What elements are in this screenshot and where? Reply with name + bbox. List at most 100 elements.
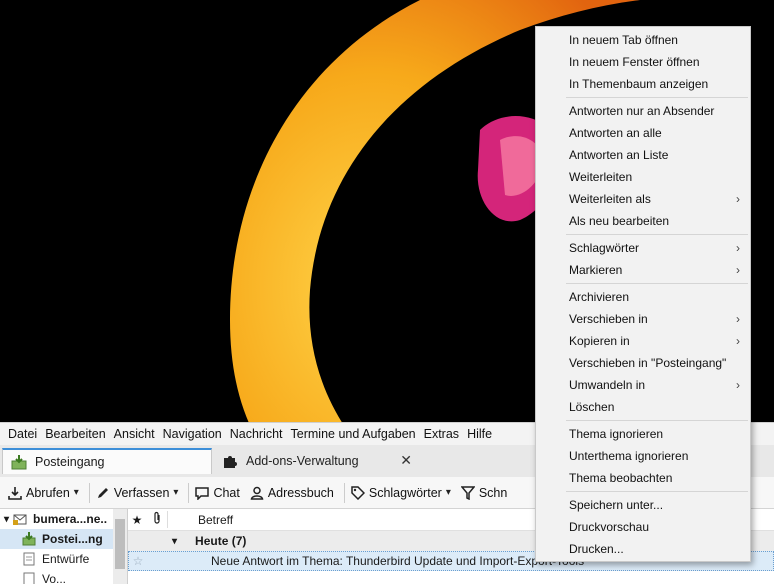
attachment-column-icon[interactable] [146,511,168,528]
folder-account[interactable]: ▾ bumera...ne.. [0,509,127,529]
filter-icon [460,485,475,500]
star-icon[interactable]: ☆ [129,554,147,568]
context-menu: In neuem Tab öffnen In neuem Fenster öff… [535,26,751,562]
menu-separator [566,420,748,421]
menu-label: Drucken... [569,542,624,556]
abrufen-label: Abrufen [26,485,70,500]
filter-button[interactable]: Schn [460,485,507,500]
cm-forward[interactable]: Weiterleiten [536,166,750,188]
folder-drafts[interactable]: Entwürfe [0,549,127,569]
folder-scrollbar[interactable] [113,509,127,584]
cm-copy-to[interactable]: Kopieren in › [536,330,750,352]
cm-ignore-subthread[interactable]: Unterthema ignorieren [536,445,750,467]
verfassen-button[interactable]: Verfassen ▾ [96,486,178,500]
menu-separator [566,491,748,492]
draft-icon [23,552,35,566]
cm-print-preview[interactable]: Druckvorschau [536,516,750,538]
menu-label: Druckvorschau [569,520,650,534]
menu-label: Speichern unter... [569,498,664,512]
contact-icon [250,486,264,500]
cm-tags[interactable]: Schlagwörter › [536,237,750,259]
cm-move-to[interactable]: Verschieben in › [536,308,750,330]
menu-label: Als neu bearbeiten [569,214,670,228]
cm-convert-to[interactable]: Umwandeln in › [536,374,750,396]
document-icon [23,572,35,584]
star-column-icon[interactable]: ★ [128,513,146,527]
tab-addons[interactable]: Add-ons-Verwaltung ✕ [214,448,422,474]
cm-reply-sender[interactable]: Antworten nur an Absender [536,100,750,122]
chat-icon [195,486,210,500]
folder-pane: ▾ bumera...ne.. Postei...ng Entwürfe Vo.… [0,509,128,584]
menu-label: Weiterleiten [569,170,633,184]
menu-termine[interactable]: Termine und Aufgaben [287,423,420,445]
tab-label: Posteingang [35,455,105,469]
menu-label: Antworten an Liste [569,148,669,162]
schlagwoerter-button[interactable]: Schlagwörter ▾ [351,486,451,500]
folder-other[interactable]: Vo... [0,569,127,584]
menu-label: Antworten nur an Absender [569,104,715,118]
cm-edit-as-new[interactable]: Als neu bearbeiten [536,210,750,232]
chevron-right-icon: › [736,192,740,206]
adressbuch-button[interactable]: Adressbuch [250,486,334,500]
menu-label: Löschen [569,400,615,414]
menu-bearbeiten[interactable]: Bearbeiten [41,423,109,445]
puzzle-icon [224,456,237,468]
schlagwoerter-label: Schlagwörter [368,485,442,500]
chevron-down-icon[interactable]: ▾ [446,487,451,498]
chevron-right-icon: › [736,241,740,255]
cm-open-new-window[interactable]: In neuem Fenster öffnen [536,51,750,73]
menu-hilfe[interactable]: Hilfe [463,423,496,445]
folder-label: Vo... [42,572,67,584]
menu-label: In neuem Tab öffnen [569,33,678,47]
inbox-icon [22,532,36,546]
menu-label: Unterthema ignorieren [569,449,689,463]
menu-label: Thema ignorieren [569,427,664,441]
abrufen-button[interactable]: Abrufen ▾ [8,486,79,500]
chevron-down-icon[interactable]: ▾ [173,487,178,498]
menu-label: Archivieren [569,290,630,304]
menu-datei[interactable]: Datei [4,423,41,445]
toolbar-divider [188,482,190,503]
inbox-icon [11,455,27,470]
menu-label: Schlagwörter [569,241,640,255]
menu-separator [566,283,748,284]
group-label: Heute (7) [195,534,247,548]
cm-print[interactable]: Drucken... [536,538,750,560]
tag-icon [351,485,365,500]
cm-reply-list[interactable]: Antworten an Liste [536,144,750,166]
scrollbar-thumb[interactable] [115,519,125,569]
cm-open-new-tab[interactable]: In neuem Tab öffnen [536,29,750,51]
chat-button[interactable]: Chat [195,486,240,500]
chevron-down-icon[interactable]: ▾ [74,487,79,498]
cm-archive[interactable]: Archivieren [536,286,750,308]
cm-forward-as[interactable]: Weiterleiten als › [536,188,750,210]
cm-move-to-inbox[interactable]: Verschieben in "Posteingang" [536,352,750,374]
menu-label: Verschieben in [569,312,648,326]
menu-label: Umwandeln in [569,378,646,392]
cm-show-in-thread[interactable]: In Themenbaum anzeigen [536,73,750,95]
menu-label: Markieren [569,263,623,277]
menu-separator [566,97,748,98]
cm-reply-all[interactable]: Antworten an alle [536,122,750,144]
tab-posteingang[interactable]: Posteingang [2,448,212,474]
chevron-down-icon[interactable]: ▾ [172,536,177,547]
cm-ignore-thread[interactable]: Thema ignorieren [536,423,750,445]
menu-label: In neuem Fenster öffnen [569,55,700,69]
menu-label: Antworten an alle [569,126,662,140]
folder-label: Postei...ng [42,532,103,546]
cm-watch-thread[interactable]: Thema beobachten [536,467,750,489]
chevron-down-icon[interactable]: ▾ [4,514,9,525]
subject-column-header[interactable]: Betreff [168,513,233,527]
close-icon[interactable]: ✕ [400,452,412,469]
cm-delete[interactable]: Löschen [536,396,750,418]
menu-extras[interactable]: Extras [420,423,463,445]
menu-navigation[interactable]: Navigation [159,423,226,445]
menu-nachricht[interactable]: Nachricht [226,423,287,445]
menu-label: Weiterleiten als [569,192,651,206]
chevron-right-icon: › [736,263,740,277]
cm-save-as[interactable]: Speichern unter... [536,494,750,516]
cm-mark[interactable]: Markieren › [536,259,750,281]
folder-inbox[interactable]: Postei...ng [0,529,127,549]
pencil-icon [97,487,108,498]
menu-ansicht[interactable]: Ansicht [110,423,159,445]
